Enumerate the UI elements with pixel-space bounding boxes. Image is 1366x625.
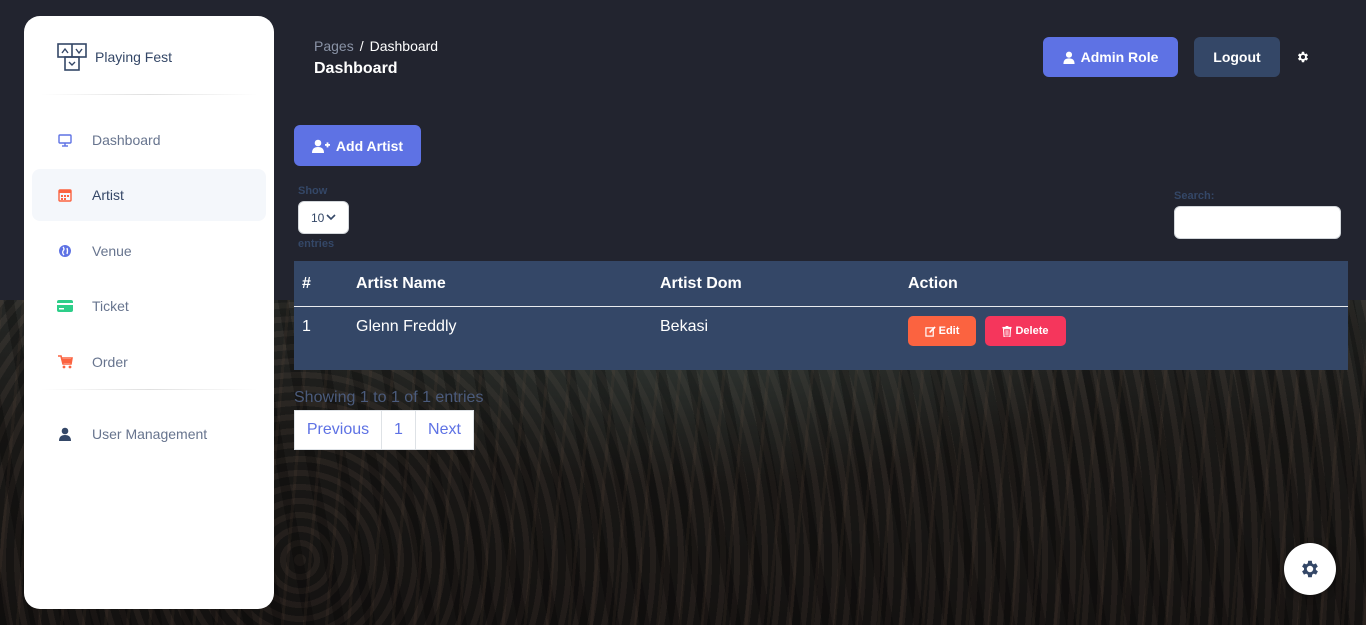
logout-label: Logout [1213,49,1261,65]
admin-role-button[interactable]: Admin Role [1043,37,1178,77]
sidebar-item-artist[interactable]: Artist [32,169,266,221]
table-header: # Artist Name Artist Dom Action [294,261,1348,307]
sidebar-item-user-management[interactable]: User Management [32,408,266,460]
table-info: Showing 1 to 1 of 1 entries [294,389,484,406]
logout-button[interactable]: Logout [1194,37,1280,77]
edit-icon [924,325,936,337]
entries-length-select[interactable]: 10 [298,201,349,234]
gear-icon [1302,560,1318,578]
edit-button[interactable]: Edit [908,316,976,346]
sidebar-item-label: User Management [92,426,208,442]
column-header-number[interactable]: # [302,275,311,293]
calendar-icon [57,187,73,203]
sidebar: Playing Fest Dashboard Artist Venue Tick… [24,16,274,609]
search-label: Search: [1174,190,1215,202]
sidebar-item-label: Ticket [92,298,129,314]
sidebar-item-order[interactable]: Order [32,336,266,388]
brand-name: Playing Fest [95,49,173,65]
cell-number: 1 [302,318,311,335]
user-plus-icon [311,139,330,153]
column-header-artist-dom[interactable]: Artist Dom [660,275,742,293]
cell-artist-dom: Bekasi [660,318,709,335]
previous-page-button[interactable]: Previous [294,410,382,450]
add-artist-label: Add Artist [335,137,404,154]
breadcrumb-parent[interactable]: Pages [314,38,354,54]
search-input[interactable] [1174,206,1341,239]
sidebar-item-dashboard[interactable]: Dashboard [32,114,266,166]
sidebar-item-ticket[interactable]: Ticket [32,280,266,332]
delete-button[interactable]: Delete [985,316,1066,346]
edit-label: Edit [938,325,960,337]
length-show-label: Show [298,185,328,197]
add-artist-button[interactable]: Add Artist [294,125,421,166]
sidebar-item-label: Artist [92,187,124,203]
monitor-icon [57,132,73,148]
page-1-button[interactable]: 1 [381,410,416,450]
cell-artist-name: Glenn Freddly [356,318,457,335]
credit-card-icon [57,298,73,314]
entries-length-value: 10 [311,210,325,225]
breadcrumb: Pages / Dashboard [314,38,438,54]
sidebar-item-venue[interactable]: Venue [32,225,266,277]
breadcrumb-separator: / [359,38,364,54]
gear-icon[interactable] [1296,50,1310,64]
delete-label: Delete [1015,325,1049,337]
column-header-artist-name[interactable]: Artist Name [356,275,446,293]
settings-fab[interactable] [1284,543,1336,595]
artist-table: # Artist Name Artist Dom Action 1 Glenn … [294,261,1348,370]
sidebar-item-label: Dashboard [92,132,161,148]
sidebar-item-label: Venue [92,243,132,259]
trash-icon [1002,325,1013,337]
pagination: Previous 1 Next [294,410,474,450]
length-entries-label: entries [298,238,335,250]
next-page-button[interactable]: Next [415,410,474,450]
cart-icon [57,354,73,370]
sidebar-divider [40,94,258,95]
column-header-action[interactable]: Action [908,275,958,293]
user-icon [1063,51,1075,64]
brand[interactable]: Playing Fest [57,42,172,72]
chevron-down-icon [326,214,336,221]
logo-icon [57,43,87,71]
breadcrumb-current: Dashboard [369,38,439,54]
user-icon [57,426,73,442]
sidebar-item-label: Order [92,354,128,370]
admin-role-label: Admin Role [1080,49,1159,65]
sidebar-divider [40,389,258,390]
globe-icon [57,243,73,259]
page-title: Dashboard [314,60,398,77]
